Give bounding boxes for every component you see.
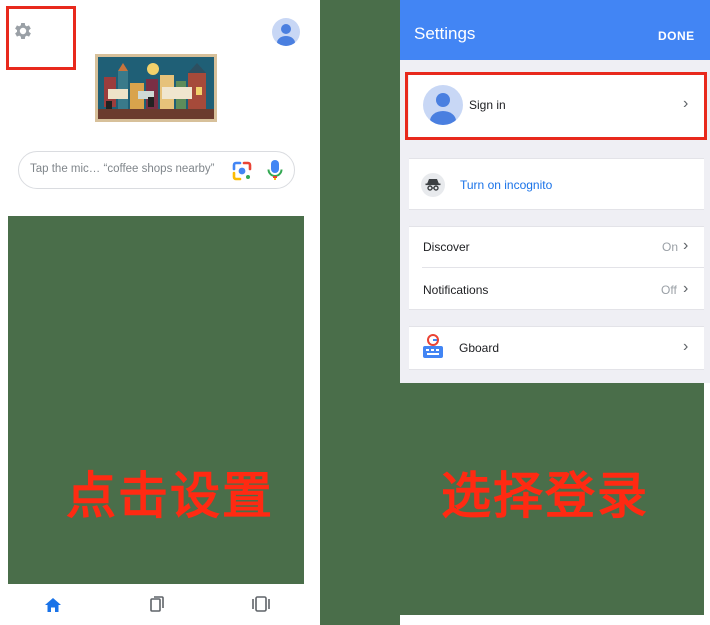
- search-input[interactable]: Tap the mic… “coffee shops nearby”: [30, 163, 230, 179]
- incognito-icon: [421, 173, 445, 197]
- incognito-row[interactable]: [409, 158, 704, 210]
- account-avatar-icon[interactable]: [272, 18, 300, 46]
- settings-highlight-box: [6, 6, 76, 70]
- microphone-icon[interactable]: [266, 159, 284, 183]
- tab-switcher-icon[interactable]: [251, 595, 271, 613]
- chevron-right-icon: ›: [683, 338, 689, 355]
- collections-icon[interactable]: [148, 595, 166, 613]
- chevron-right-icon: ›: [683, 237, 689, 254]
- gboard-label: Gboard: [459, 341, 500, 355]
- gboard-icon: [421, 334, 445, 360]
- done-button[interactable]: DONE: [658, 29, 695, 43]
- notifications-row[interactable]: Notifications: [423, 283, 488, 297]
- discover-row[interactable]: Discover: [423, 240, 470, 254]
- google-lens-icon[interactable]: [231, 160, 253, 182]
- instruction-caption: 点击设置: [66, 468, 274, 524]
- discover-status: On: [662, 240, 679, 254]
- page-title: Settings: [414, 24, 476, 43]
- home-icon[interactable]: [44, 597, 62, 613]
- gboard-row[interactable]: [409, 326, 704, 370]
- chevron-right-icon: ›: [683, 280, 689, 297]
- incognito-label: Turn on incognito: [460, 178, 553, 192]
- google-doodle[interactable]: [95, 54, 217, 122]
- notifications-status: Off: [661, 283, 677, 297]
- preferences-card: [409, 226, 704, 310]
- row-divider: [422, 267, 704, 268]
- instruction-caption: 选择登录: [441, 468, 649, 524]
- content-overlay: [8, 216, 304, 584]
- sign-in-highlight-box: [405, 72, 707, 140]
